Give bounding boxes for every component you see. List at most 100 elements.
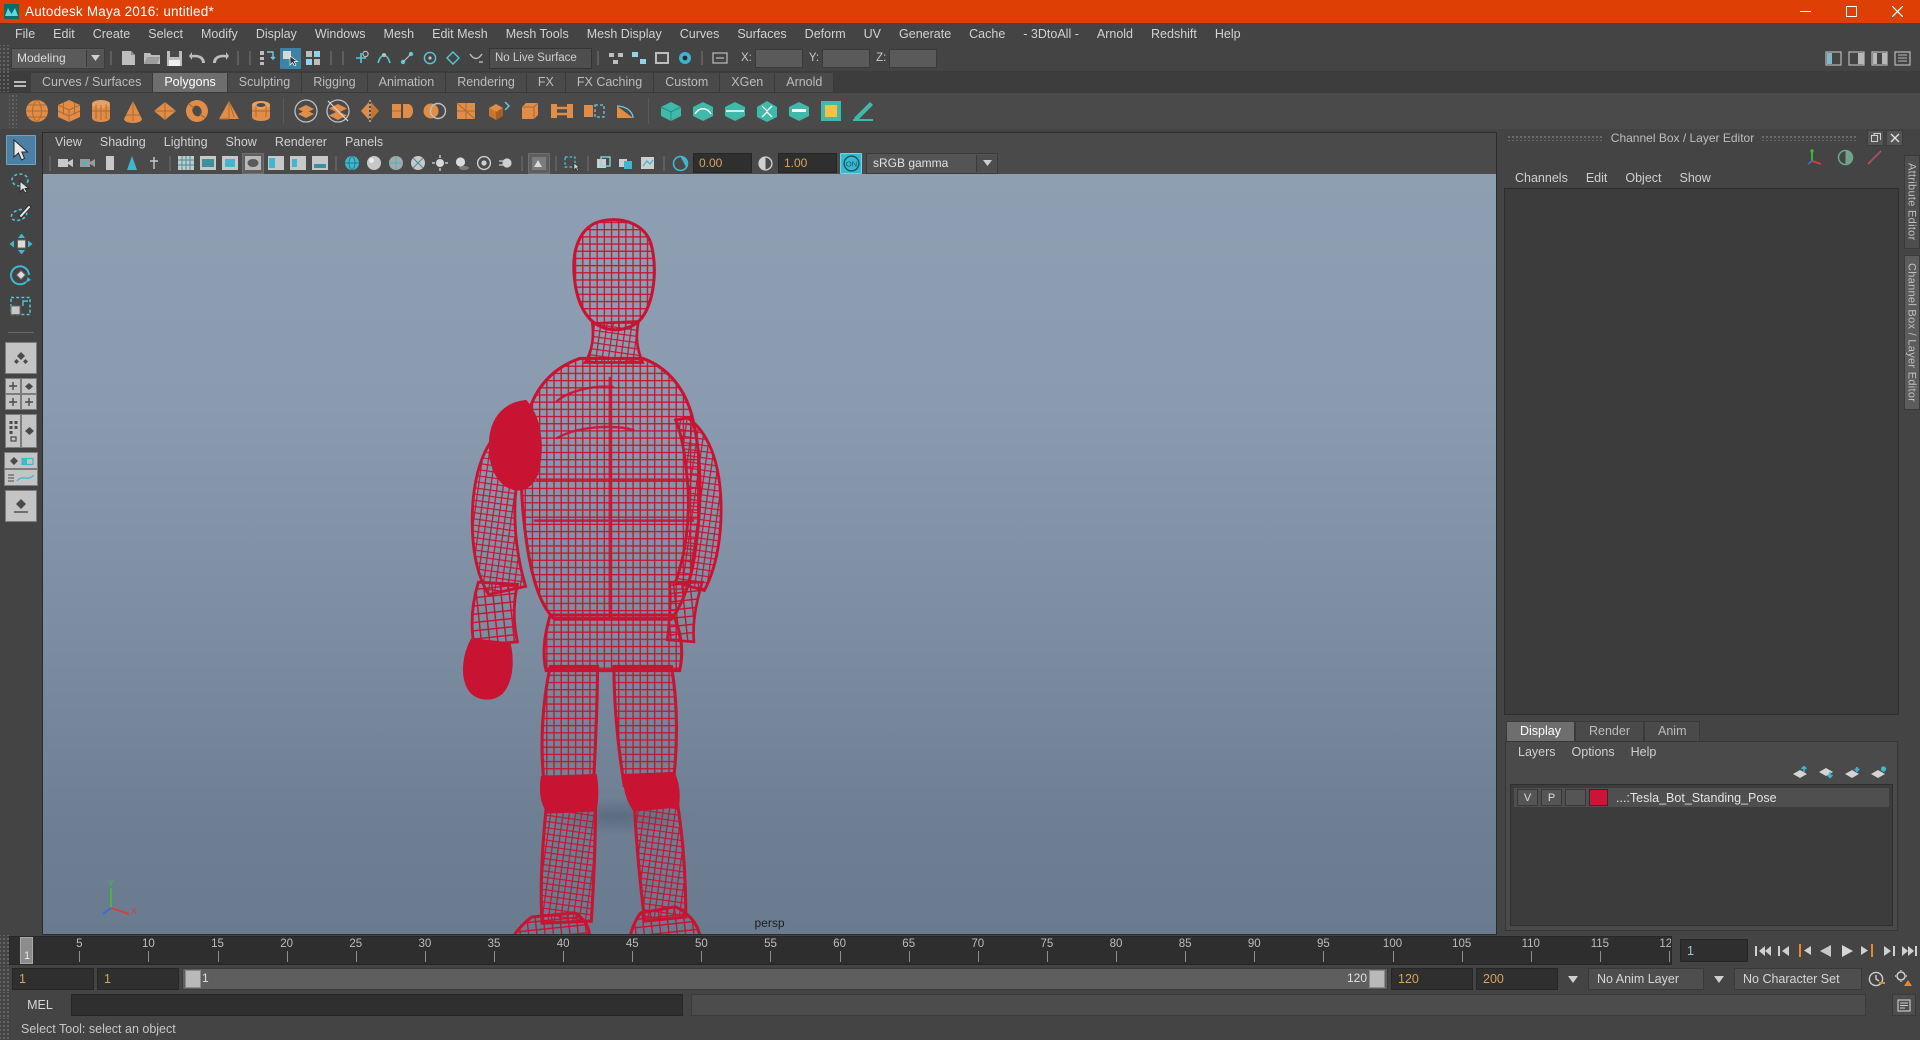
shelf-grip[interactable]: [0, 71, 9, 92]
close-button[interactable]: [1874, 0, 1920, 23]
layer-menu-layers[interactable]: Layers: [1510, 742, 1564, 762]
shadows-icon[interactable]: [452, 154, 472, 173]
new-scene-icon[interactable]: [118, 48, 139, 69]
poly-mirror-icon[interactable]: [355, 96, 385, 126]
maximize-button[interactable]: [1828, 0, 1874, 23]
character-set-selector[interactable]: No Character Set: [1734, 968, 1862, 990]
poly-smooth-icon[interactable]: [387, 96, 417, 126]
channel-menu-channels[interactable]: Channels: [1506, 168, 1577, 188]
sculpt-flatten-icon[interactable]: [784, 96, 814, 126]
select-camera-icon[interactable]: [56, 154, 76, 173]
statusbar-grip[interactable]: [0, 45, 9, 71]
poly-pipe-icon[interactable]: [246, 96, 276, 126]
grid-toggle-icon[interactable]: [176, 154, 196, 173]
show-hide-tool-settings-icon[interactable]: [1869, 48, 1890, 69]
resolution-gate-icon[interactable]: [220, 154, 240, 173]
poly-sphere-icon[interactable]: [22, 96, 52, 126]
step-forward-key-button[interactable]: [1857, 940, 1878, 962]
select-by-component-icon[interactable]: [303, 48, 324, 69]
undo-icon[interactable]: [187, 48, 208, 69]
current-time-field[interactable]: 1: [1680, 939, 1748, 962]
menu-surfaces[interactable]: Surfaces: [728, 23, 795, 45]
menu-select[interactable]: Select: [139, 23, 192, 45]
poly-append-icon[interactable]: [579, 96, 609, 126]
open-scene-icon[interactable]: [141, 48, 162, 69]
color-management-toggle-icon[interactable]: ON: [840, 152, 862, 174]
poly-cone-icon[interactable]: [118, 96, 148, 126]
xray-icon[interactable]: [594, 154, 614, 173]
color-space-selector[interactable]: sRGB gamma: [866, 152, 998, 174]
layer-visibility-toggle[interactable]: V: [1517, 789, 1538, 806]
poly-prism-icon[interactable]: [214, 96, 244, 126]
channel-box-content[interactable]: [1504, 188, 1899, 715]
gamma-field[interactable]: 1.00: [778, 153, 837, 173]
range-chevron-down-icon[interactable]: [1561, 968, 1585, 990]
sculpt-relax-icon[interactable]: [720, 96, 750, 126]
input-line-mode-icon[interactable]: [709, 48, 730, 69]
layer-color-swatch[interactable]: [1589, 789, 1608, 806]
history-icon[interactable]: [605, 48, 626, 69]
menu-set-selector[interactable]: Modeling: [11, 47, 105, 69]
image-plane-icon[interactable]: [122, 154, 142, 173]
channel-menu-edit[interactable]: Edit: [1577, 168, 1617, 188]
menu-redshift[interactable]: Redshift: [1142, 23, 1206, 45]
use-all-lights-icon[interactable]: [430, 154, 450, 173]
shelf-tab-rigging[interactable]: Rigging: [302, 73, 368, 92]
layout-outliner-persp[interactable]: [3, 414, 39, 448]
exposure-icon[interactable]: [670, 154, 690, 173]
poly-separate-icon[interactable]: [323, 96, 353, 126]
layout-persp-graph[interactable]: [3, 452, 39, 486]
menu-modify[interactable]: Modify: [192, 23, 247, 45]
step-back-key-button[interactable]: [1794, 940, 1815, 962]
gate-mask-icon[interactable]: [242, 152, 264, 174]
viewport-menu-view[interactable]: View: [46, 133, 91, 152]
command-input-field[interactable]: [71, 994, 683, 1016]
paint-select-tool[interactable]: [7, 199, 35, 227]
snap-to-curve-icon[interactable]: [373, 48, 394, 69]
range-start-handle[interactable]: [185, 970, 201, 988]
multisample-anti-aliasing-icon[interactable]: [528, 152, 550, 174]
motion-blur-icon[interactable]: [496, 154, 516, 173]
textured-icon[interactable]: [408, 154, 428, 173]
viewport-menu-renderer[interactable]: Renderer: [266, 133, 336, 152]
exposure-field[interactable]: 0.00: [693, 153, 752, 173]
shelf-tab-sculpting[interactable]: Sculpting: [227, 73, 303, 92]
select-tool[interactable]: [6, 135, 36, 165]
viewport-menu-show[interactable]: Show: [217, 133, 266, 152]
range-start-time-field[interactable]: 1: [97, 968, 179, 990]
minimize-button[interactable]: [1782, 0, 1828, 23]
menu-arnold[interactable]: Arnold: [1088, 23, 1142, 45]
go-to-start-button[interactable]: [1752, 940, 1773, 962]
menu-uv[interactable]: UV: [855, 23, 890, 45]
slider-field-icon[interactable]: [1866, 149, 1883, 166]
redo-icon[interactable]: [210, 48, 231, 69]
shelf-tab-custom[interactable]: Custom: [654, 73, 721, 92]
shelf-tab-xgen[interactable]: XGen: [720, 73, 776, 92]
xray-active-components-icon[interactable]: [638, 154, 658, 173]
layer-tab-anim[interactable]: Anim: [1644, 721, 1701, 741]
step-back-frame-button[interactable]: [1773, 940, 1794, 962]
menu-mesh-tools[interactable]: Mesh Tools: [497, 23, 578, 45]
menu-display[interactable]: Display: [247, 23, 306, 45]
shelf-tab-curves-surfaces[interactable]: Curves / Surfaces: [31, 73, 154, 92]
manipulator-axis-icon[interactable]: [1807, 148, 1825, 166]
select-by-hierarchy-icon[interactable]: [257, 48, 278, 69]
poly-booleans-icon[interactable]: [419, 96, 449, 126]
menu-cache[interactable]: Cache: [960, 23, 1014, 45]
shelf-tab-animation[interactable]: Animation: [367, 73, 447, 92]
poly-torus-icon[interactable]: [182, 96, 212, 126]
attribute-editor-tab[interactable]: Attribute Editor: [1903, 155, 1920, 249]
range-slider[interactable]: 1 120: [182, 968, 1388, 990]
new-layer-icon[interactable]: [1844, 766, 1861, 779]
value-speed-icon[interactable]: [1837, 149, 1854, 166]
screen-space-ao-icon[interactable]: [474, 154, 494, 173]
menu-edit[interactable]: Edit: [44, 23, 84, 45]
smooth-shade-all-icon[interactable]: [364, 154, 384, 173]
menu-file[interactable]: File: [6, 23, 44, 45]
dock-grip-right[interactable]: [1761, 134, 1859, 141]
construction-history-icon[interactable]: [628, 48, 649, 69]
close-icon[interactable]: [1886, 129, 1904, 146]
range-slider-grip[interactable]: [0, 966, 9, 992]
layer-list[interactable]: V P ...:Tesla_Bot_Standing_Pose: [1510, 784, 1893, 926]
current-time-indicator[interactable]: 1: [20, 937, 33, 964]
